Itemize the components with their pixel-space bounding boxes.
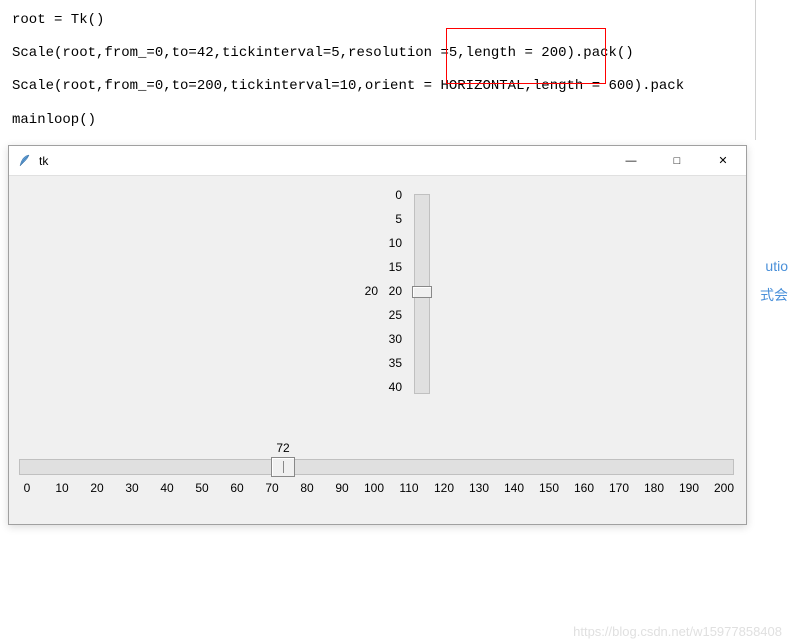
hscale-tick: 30 — [117, 481, 147, 495]
hscale-tick: 50 — [187, 481, 217, 495]
vscale-tick: 40 — [382, 380, 402, 394]
code-line-2: Scale(root,from_=0,to=42,tickinterval=5,… — [12, 41, 776, 66]
hscale-track[interactable] — [19, 459, 734, 475]
hscale-tick: 10 — [47, 481, 77, 495]
watermark: https://blog.csdn.net/w15977858408 — [573, 624, 782, 639]
hscale-tick: 160 — [569, 481, 599, 495]
hscale-value: 72 — [268, 441, 298, 455]
side-text-1: utio — [765, 258, 788, 274]
divider — [755, 0, 756, 140]
vscale-tick: 25 — [382, 308, 402, 322]
vscale-tick: 0 — [382, 188, 402, 202]
hscale-tick: 40 — [152, 481, 182, 495]
vscale-value: 20 — [356, 284, 378, 298]
hscale-tick: 140 — [499, 481, 529, 495]
code-line-3: Scale(root,from_=0,to=200,tickinterval=1… — [12, 74, 776, 99]
hscale-tick: 120 — [429, 481, 459, 495]
hscale-tick: 70 — [257, 481, 287, 495]
vscale-tick: 10 — [382, 236, 402, 250]
titlebar[interactable]: tk — □ ✕ — [9, 146, 746, 176]
hscale-tick: 20 — [82, 481, 112, 495]
hscale-tick: 150 — [534, 481, 564, 495]
close-button[interactable]: ✕ — [700, 146, 746, 175]
hscale-tick: 100 — [359, 481, 389, 495]
window-title: tk — [39, 154, 608, 168]
code-area: root = Tk() Scale(root,from_=0,to=42,tic… — [0, 0, 788, 141]
minimize-button[interactable]: — — [608, 146, 654, 175]
side-text-2: 式会 — [760, 285, 788, 305]
vscale-thumb[interactable] — [412, 286, 432, 298]
hscale-thumb[interactable] — [271, 457, 295, 477]
vscale-tick: 30 — [382, 332, 402, 346]
tk-content: 20 0 5 10 15 20 25 30 35 40 72 0 10 20 3… — [9, 176, 746, 524]
hscale-tick: 200 — [709, 481, 739, 495]
window-controls: — □ ✕ — [608, 146, 746, 175]
hscale-tick: 60 — [222, 481, 252, 495]
vscale-tick: 35 — [382, 356, 402, 370]
code-line-1: root = Tk() — [12, 8, 776, 33]
hscale-tick: 80 — [292, 481, 322, 495]
maximize-button[interactable]: □ — [654, 146, 700, 175]
hscale-tick: 130 — [464, 481, 494, 495]
hscale-tick: 180 — [639, 481, 669, 495]
hscale-tick: 170 — [604, 481, 634, 495]
tk-feather-icon — [17, 153, 33, 169]
vscale-tick: 5 — [382, 212, 402, 226]
hscale-tick: 0 — [12, 481, 42, 495]
hscale-tick: 190 — [674, 481, 704, 495]
hscale-tick: 110 — [394, 481, 424, 495]
hscale-tick: 90 — [327, 481, 357, 495]
horizontal-scale[interactable]: 72 0 10 20 30 40 50 60 70 80 90 100 110 … — [19, 441, 734, 511]
tk-window: tk — □ ✕ 20 0 5 10 15 20 25 30 35 40 72 … — [8, 145, 747, 525]
vscale-tick: 15 — [382, 260, 402, 274]
code-line-4: mainloop() — [12, 108, 776, 133]
vscale-tick: 20 — [382, 284, 402, 298]
vertical-scale[interactable]: 20 0 5 10 15 20 25 30 35 40 — [364, 186, 434, 406]
